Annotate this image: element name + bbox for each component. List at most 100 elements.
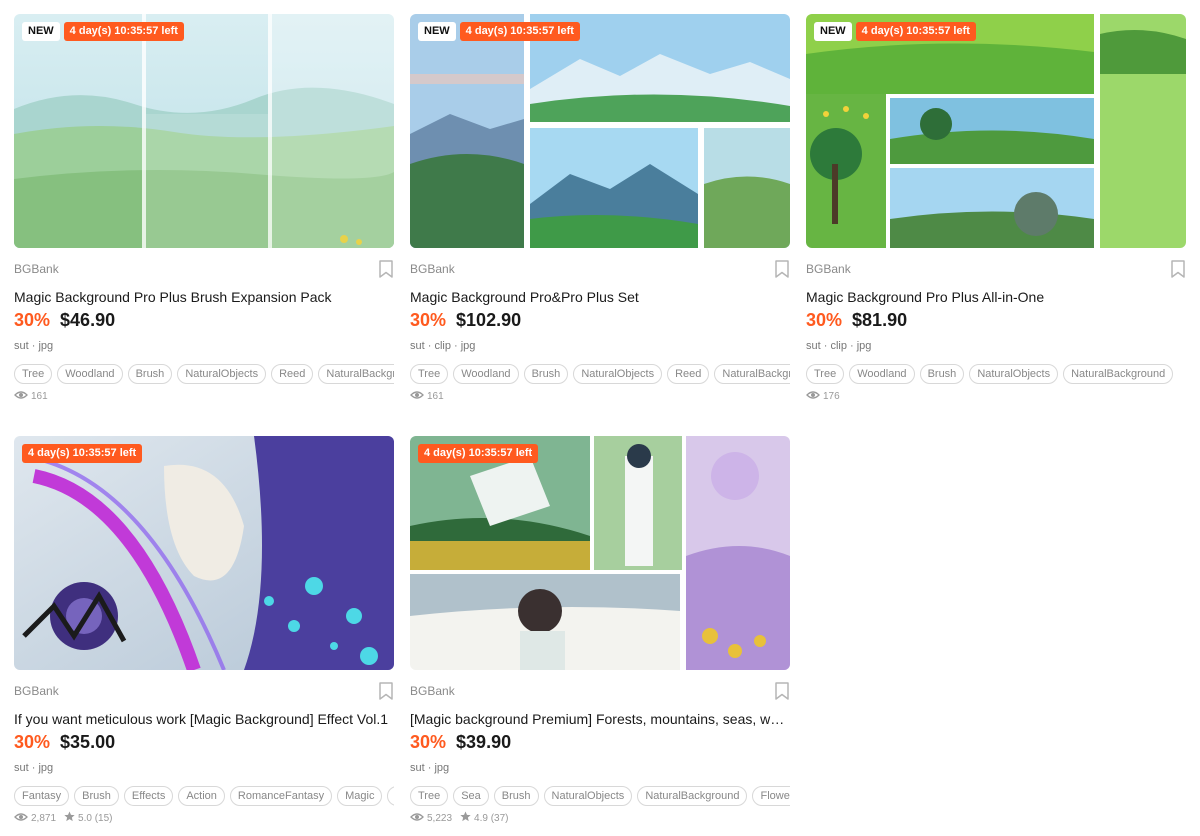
views-stat: 176 (806, 390, 840, 403)
star-icon (64, 811, 75, 825)
discount-percent: 30% (410, 310, 447, 330)
price-row: 30% $39.90 (410, 732, 790, 756)
bookmark-icon[interactable] (1170, 260, 1186, 278)
price-row: 30% $46.90 (14, 310, 394, 334)
tag-chip[interactable]: Flower (752, 786, 790, 806)
tag-chip[interactable]: NaturalObjects (969, 364, 1059, 384)
price: $35.00 (60, 732, 116, 752)
file-formats: sut · jpg (14, 340, 54, 352)
tag-chip[interactable]: NaturalBackground (714, 364, 790, 384)
tag-list: Tree Woodland Brush NaturalObjects NaturalBa… (806, 364, 1186, 384)
bookmark-icon[interactable] (774, 260, 790, 278)
tag-chip[interactable]: Woodland (849, 364, 915, 384)
tag-chip[interactable]: NaturalObjects (177, 364, 267, 384)
tag-chip[interactable]: Reed (667, 364, 710, 384)
seller-row: BGBank (14, 682, 394, 700)
tag-chip[interactable]: Tree (14, 364, 53, 384)
product-card[interactable]: NEW 4 day(s) 10:35:57 left BGBank Magic … (14, 14, 394, 403)
tag-chip[interactable]: Magic (337, 786, 383, 806)
discount-percent: 30% (410, 732, 447, 752)
stats-row: 2,871 5.0 (15) (14, 811, 394, 825)
tag-chip[interactable]: Tree (410, 364, 449, 384)
product-title[interactable]: [Magic background Premium] Forests, moun… (410, 710, 790, 728)
seller-name[interactable]: BGBank (806, 262, 851, 276)
discount-percent: 30% (14, 310, 51, 330)
tag-chip[interactable]: Woodland (57, 364, 123, 384)
tag-chip[interactable]: Brush (919, 364, 965, 384)
bookmark-icon[interactable] (378, 682, 394, 700)
rating-stat: 5.0 (15) (64, 811, 113, 825)
tag-list: Tree Sea Brush NaturalObjects NaturalBackgro… (410, 786, 790, 806)
rating-value: 4.9 (37) (474, 812, 509, 824)
tag-chip[interactable]: NaturalBackground (637, 786, 748, 806)
tag-chip[interactable]: Tree (806, 364, 845, 384)
tag-chip[interactable]: Brush (493, 786, 539, 806)
eye-icon (14, 812, 28, 825)
product-thumbnail[interactable]: NEW 4 day(s) 10:35:57 left (806, 14, 1186, 248)
product-title[interactable]: Magic Background Pro&Pro Plus Set (410, 288, 790, 306)
tag-chip[interactable]: Brush (74, 786, 119, 806)
eye-icon (14, 390, 28, 403)
seller-name[interactable]: BGBank (14, 684, 59, 698)
tag-chip[interactable]: NaturalBackground (318, 364, 394, 384)
sale-timer-badge: 4 day(s) 10:35:57 left (459, 22, 580, 41)
views-count: 176 (823, 390, 840, 402)
views-count: 161 (427, 390, 444, 402)
views-stat: 161 (14, 390, 48, 403)
eye-icon (410, 390, 424, 403)
product-card[interactable]: NEW 4 day(s) 10:35:57 left BGBank Magic … (410, 14, 790, 403)
tag-chip[interactable]: Reed (271, 364, 314, 384)
tag-chip[interactable]: Tree (410, 786, 449, 806)
views-count: 5,223 (427, 812, 453, 824)
bookmark-icon[interactable] (774, 682, 790, 700)
seller-name[interactable]: BGBank (14, 262, 59, 276)
product-card[interactable]: NEW 4 day(s) 10:35:57 left BGBank Magic … (806, 14, 1186, 403)
file-formats: sut · clip · jpg (806, 340, 872, 352)
bookmark-icon[interactable] (378, 260, 394, 278)
price-row: 30% $35.00 (14, 732, 394, 756)
discount-percent: 30% (14, 732, 51, 752)
tag-chip[interactable]: Light (387, 786, 394, 806)
discount-percent: 30% (806, 310, 843, 330)
thumbnail-badges: 4 day(s) 10:35:57 left (22, 444, 143, 463)
tag-chip[interactable]: RomanceFantasy (229, 786, 333, 806)
stats-row: 176 (806, 389, 1186, 403)
tag-chip[interactable]: NaturalObjects (543, 786, 633, 806)
views-stat: 5,223 (410, 812, 452, 825)
product-thumbnail[interactable]: 4 day(s) 10:35:57 left (410, 436, 790, 670)
eye-icon (410, 812, 424, 825)
price-row: 30% $102.90 (410, 310, 790, 334)
product-title[interactable]: If you want meticulous work [Magic Backg… (14, 710, 394, 728)
tag-list: Fantasy Brush Effects Action RomanceFantasy M… (14, 786, 394, 806)
tag-chip[interactable]: NaturalObjects (573, 364, 663, 384)
sale-timer-badge: 4 day(s) 10:35:57 left (63, 22, 184, 41)
tag-chip[interactable]: Effects (123, 786, 174, 806)
product-thumbnail[interactable]: NEW 4 day(s) 10:35:57 left (410, 14, 790, 248)
seller-row: BGBank (14, 260, 394, 278)
tag-chip[interactable]: NaturalBackground (1063, 364, 1174, 384)
sale-timer-badge: 4 day(s) 10:35:57 left (22, 444, 143, 463)
tag-chip[interactable]: Brush (127, 364, 173, 384)
seller-row: BGBank (806, 260, 1186, 278)
product-title[interactable]: Magic Background Pro Plus All-in-One (806, 288, 1186, 306)
product-card[interactable]: 4 day(s) 10:35:57 left BGBank [Magic bac… (410, 436, 790, 825)
sale-timer-badge: 4 day(s) 10:35:57 left (855, 22, 976, 41)
price-row: 30% $81.90 (806, 310, 1186, 334)
seller-name[interactable]: BGBank (410, 262, 455, 276)
price: $102.90 (456, 310, 522, 330)
product-card[interactable]: 4 day(s) 10:35:57 left BGBank If you wan… (14, 436, 394, 825)
file-formats: sut · jpg (14, 762, 54, 774)
new-badge: NEW (22, 22, 60, 41)
tag-chip[interactable]: Fantasy (14, 786, 70, 806)
tag-chip[interactable]: Brush (523, 364, 569, 384)
tag-chip[interactable]: Action (178, 786, 225, 806)
product-title[interactable]: Magic Background Pro Plus Brush Expansio… (14, 288, 394, 306)
file-formats: sut · clip · jpg (410, 340, 476, 352)
product-thumbnail[interactable]: 4 day(s) 10:35:57 left (14, 436, 394, 670)
views-stat: 161 (410, 390, 444, 403)
new-badge: NEW (418, 22, 456, 41)
product-thumbnail[interactable]: NEW 4 day(s) 10:35:57 left (14, 14, 394, 248)
tag-chip[interactable]: Sea (453, 786, 489, 806)
tag-chip[interactable]: Woodland (453, 364, 519, 384)
seller-name[interactable]: BGBank (410, 684, 455, 698)
